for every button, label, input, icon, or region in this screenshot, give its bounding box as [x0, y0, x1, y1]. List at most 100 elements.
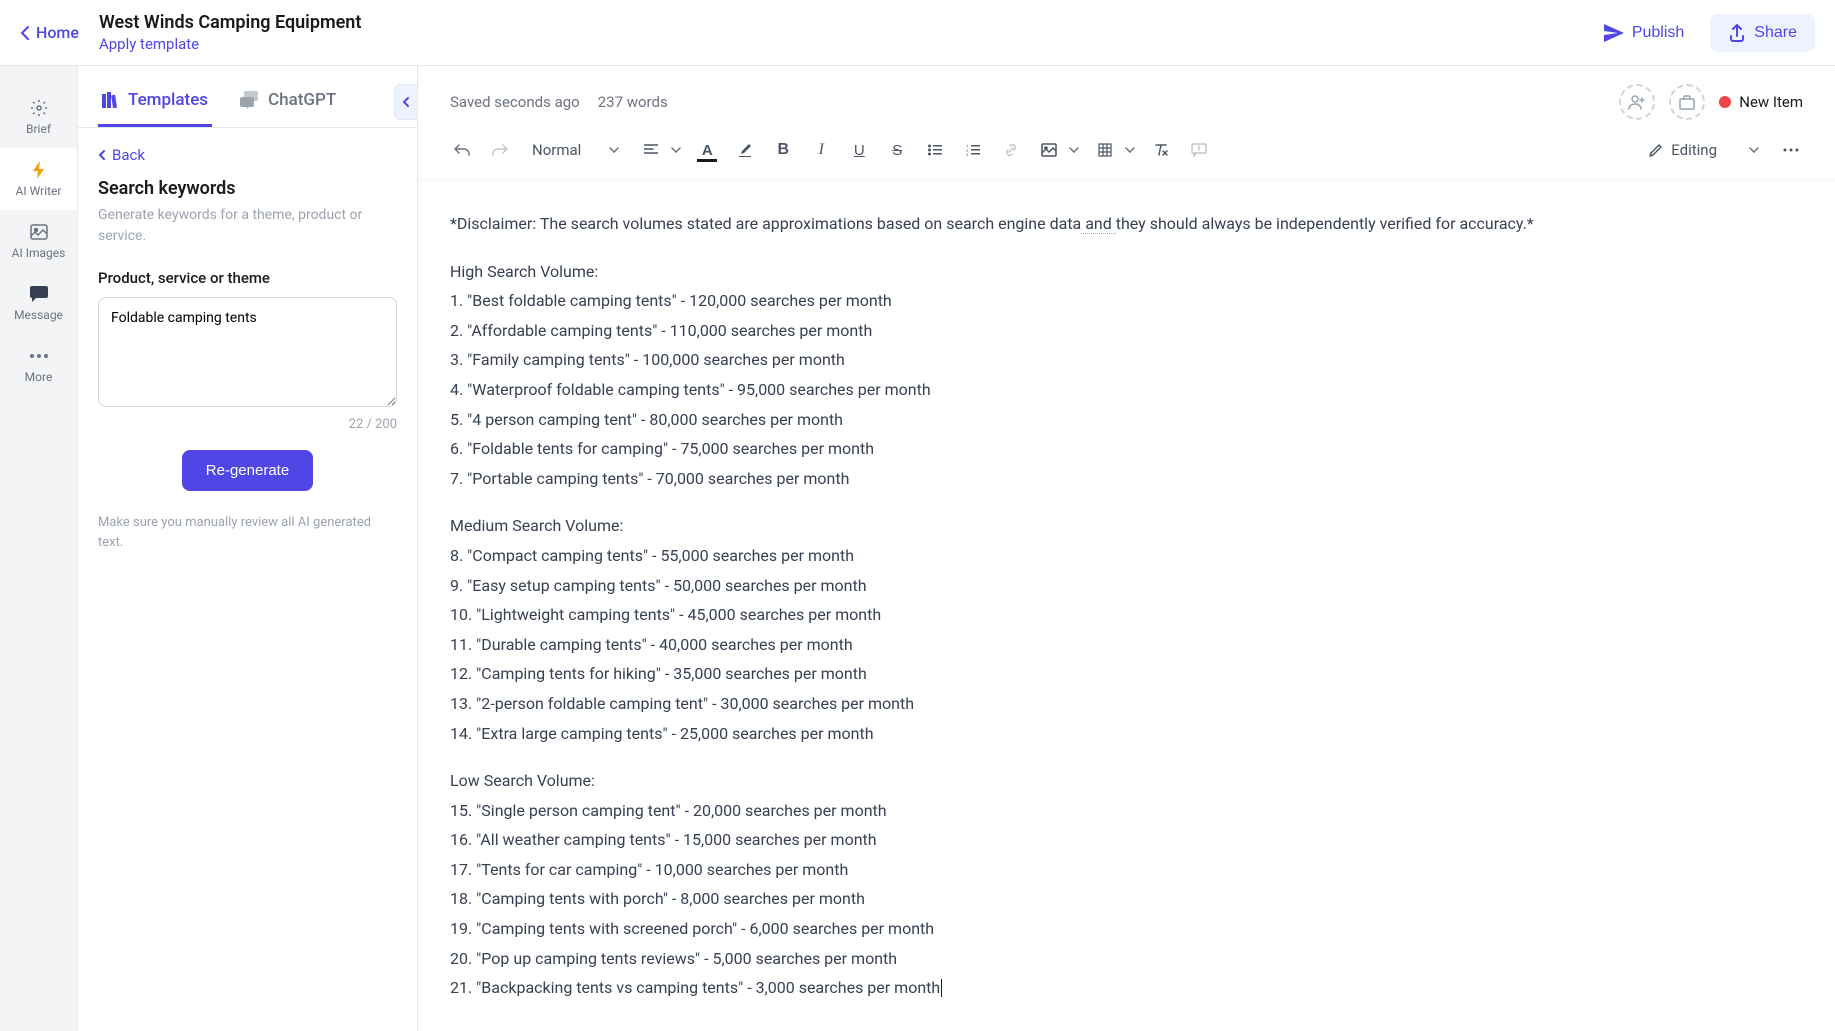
align-button[interactable] [635, 134, 667, 166]
content-line: 7. "Portable camping tents" - 70,000 sea… [450, 466, 1803, 492]
rail-ai-writer[interactable]: AI Writer [0, 148, 77, 210]
upload-icon [1728, 24, 1746, 42]
rail-ai-images-label: AI Images [12, 246, 66, 260]
editor-area: Saved seconds ago 237 words New Item [418, 66, 1835, 1031]
content-line: 4. "Waterproof foldable camping tents" -… [450, 377, 1803, 403]
saved-status: Saved seconds ago [450, 93, 580, 111]
rail-ai-images[interactable]: AI Images [0, 210, 77, 272]
align-group[interactable] [635, 134, 685, 166]
editor-content[interactable]: *Disclaimer: The search volumes stated a… [418, 181, 1835, 1031]
review-note: Make sure you manually review all AI gen… [98, 513, 397, 552]
publish-button[interactable]: Publish [1590, 16, 1698, 50]
tab-templates[interactable]: Templates [98, 82, 212, 127]
clear-format-button[interactable] [1145, 134, 1177, 166]
rail-message[interactable]: Message [0, 272, 77, 334]
link-button[interactable] [995, 134, 1027, 166]
content-line: 12. "Camping tents for hiking" - 35,000 … [450, 661, 1803, 687]
content-line: 2. "Affordable camping tents" - 110,000 … [450, 318, 1803, 344]
title-area: West Winds Camping Equipment Apply templ… [99, 12, 1590, 53]
tab-templates-label: Templates [128, 90, 208, 110]
image-dropdown[interactable] [1065, 134, 1083, 166]
highlight-button[interactable] [729, 134, 761, 166]
content-line: 18. "Camping tents with porch" - 8,000 s… [450, 886, 1803, 912]
regenerate-button[interactable]: Re-generate [182, 450, 313, 491]
image-group[interactable] [1033, 134, 1083, 166]
page-title: West Winds Camping Equipment [99, 12, 1590, 33]
image-icon [29, 222, 49, 242]
content-line: 15. "Single person camping tent" - 20,00… [450, 798, 1803, 824]
table-dropdown[interactable] [1121, 134, 1139, 166]
home-label: Home [36, 23, 79, 42]
dots-icon [29, 346, 49, 366]
strikethrough-button[interactable]: S [881, 134, 913, 166]
rail-message-label: Message [14, 308, 63, 322]
image-button[interactable] [1033, 134, 1065, 166]
comment-button[interactable] [1183, 134, 1215, 166]
medium-heading: Medium Search Volume: [450, 513, 1803, 539]
rail-ai-writer-label: AI Writer [16, 184, 62, 198]
high-heading: High Search Volume: [450, 259, 1803, 285]
content-line: 21. "Backpacking tents vs camping tents"… [450, 975, 1803, 1001]
content-line: 9. "Easy setup camping tents" - 50,000 s… [450, 573, 1803, 599]
home-link[interactable]: Home [20, 23, 79, 42]
content-line: 8. "Compact camping tents" - 55,000 sear… [450, 543, 1803, 569]
red-dot-icon [1719, 96, 1731, 108]
chevron-left-icon [20, 25, 30, 41]
align-dropdown[interactable] [667, 134, 685, 166]
briefcase-button[interactable] [1669, 84, 1705, 120]
content-line: 17. "Tents for car camping" - 10,000 sea… [450, 857, 1803, 883]
content-line: 20. "Pop up camping tents reviews" - 5,0… [450, 946, 1803, 972]
tab-chatgpt-label: ChatGPT [268, 90, 336, 110]
word-count: 237 words [598, 93, 668, 111]
template-panel: Templates ChatGPT Back Search keywords G… [78, 66, 418, 1031]
panel-tabs: Templates ChatGPT [78, 66, 417, 128]
disclaimer: *Disclaimer: The search volumes stated a… [450, 211, 1803, 237]
editing-mode-select[interactable]: Editing [1639, 135, 1769, 165]
send-icon [1604, 24, 1624, 42]
rail-more[interactable]: More [0, 334, 77, 396]
section-title: Search keywords [98, 178, 397, 199]
header: Home West Winds Camping Equipment Apply … [0, 0, 1835, 66]
share-label: Share [1754, 24, 1797, 42]
svg-text:3: 3 [966, 152, 969, 156]
back-link[interactable]: Back [98, 146, 397, 164]
bold-button[interactable]: B [767, 134, 799, 166]
tab-chatgpt[interactable]: ChatGPT [236, 82, 340, 127]
bullet-list-button[interactable] [919, 134, 951, 166]
rail-brief-label: Brief [26, 122, 51, 136]
content-line: 11. "Durable camping tents" - 40,000 sea… [450, 632, 1803, 658]
rail-brief[interactable]: Brief [0, 86, 77, 148]
underline-button[interactable]: U [843, 134, 875, 166]
content-line: 13. "2-person foldable camping tent" - 3… [450, 691, 1803, 717]
italic-button[interactable]: I [805, 134, 837, 166]
content-line: 3. "Family camping tents" - 100,000 sear… [450, 347, 1803, 373]
add-collaborator-button[interactable] [1619, 84, 1655, 120]
text-color-button[interactable]: A [691, 134, 723, 166]
table-button[interactable] [1089, 134, 1121, 166]
numbered-list-button[interactable]: 123 [957, 134, 989, 166]
chat-bubbles-icon [240, 91, 260, 109]
theme-input[interactable] [98, 297, 397, 407]
panel-body: Back Search keywords Generate keywords f… [78, 128, 417, 1031]
undo-button[interactable] [446, 134, 478, 166]
back-label: Back [112, 146, 145, 164]
publish-label: Publish [1632, 24, 1684, 42]
style-select[interactable]: Normal [522, 135, 629, 165]
editor-status-bar: Saved seconds ago 237 words New Item [418, 66, 1835, 120]
more-options-button[interactable] [1775, 134, 1807, 166]
content-line: 5. "4 person camping tent" - 80,000 sear… [450, 407, 1803, 433]
char-count: 22 / 200 [98, 417, 397, 432]
content-line: 19. "Camping tents with screened porch" … [450, 916, 1803, 942]
target-icon [29, 98, 49, 118]
apply-template-link[interactable]: Apply template [99, 35, 1590, 53]
content-line: 10. "Lightweight camping tents" - 45,000… [450, 602, 1803, 628]
rail-more-label: More [25, 370, 53, 384]
collapse-panel-button[interactable] [394, 84, 418, 120]
books-icon [102, 92, 120, 108]
table-group[interactable] [1089, 134, 1139, 166]
redo-button[interactable] [484, 134, 516, 166]
share-button[interactable]: Share [1710, 14, 1815, 52]
new-item-indicator[interactable]: New Item [1719, 93, 1803, 111]
section-desc: Generate keywords for a theme, product o… [98, 205, 397, 247]
content-line: 6. "Foldable tents for camping" - 75,000… [450, 436, 1803, 462]
